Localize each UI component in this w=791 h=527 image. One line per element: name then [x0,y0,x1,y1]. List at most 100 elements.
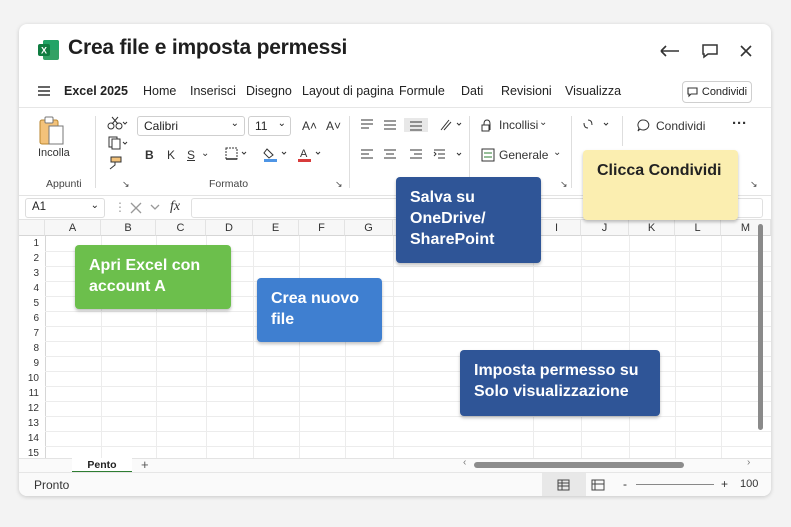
column-header[interactable]: C [156,220,206,236]
column-header[interactable]: A [45,220,101,236]
grow-font-button[interactable]: A˄ [302,119,317,133]
vertical-scrollbar[interactable] [758,224,763,430]
tab-excel[interactable]: Excel 2025 [64,84,128,98]
shrink-font-button[interactable]: A˅ [326,119,341,133]
title-bar: X Crea file e imposta permessi [19,24,771,76]
column-header[interactable]: G [345,220,393,236]
chevron-down-icon: ⌄ [277,118,286,129]
confirm-icon[interactable] [149,201,161,213]
column-header[interactable]: K [629,220,675,236]
callout-open-excel: Apri Excel con account A [75,245,231,309]
scroll-right-icon[interactable]: › [747,457,750,468]
row-header[interactable]: 1 [19,236,45,251]
back-icon[interactable] [656,37,684,65]
close-icon[interactable] [732,37,760,65]
svg-text:X: X [41,46,47,56]
row-header[interactable]: 12 [19,401,45,416]
status-bar: Pronto - + 100 [19,472,771,496]
row-header[interactable]: 8 [19,341,45,356]
row-header[interactable]: 13 [19,416,45,431]
callout-new-file: Crea nuovo file [257,278,382,342]
row-header[interactable]: 10 [19,371,45,386]
tab-home[interactable]: Home [143,84,176,98]
hamburger-icon[interactable] [37,85,51,97]
underline-button[interactable]: S [187,148,195,162]
dialog-launcher-icon[interactable]: ↘ [560,179,568,190]
sheet-tab[interactable]: Pento [72,458,132,473]
add-sheet-icon[interactable]: + [141,457,149,472]
paste-menu-button[interactable]: Incollisi [499,118,538,132]
bold-button[interactable]: B [145,148,154,162]
font-size-select[interactable]: 11 ⌄ [248,116,291,136]
zoom-out-button[interactable]: - [623,477,627,491]
zoom-in-button[interactable]: + [721,477,728,491]
column-header[interactable]: L [675,220,721,236]
tab-inserisci[interactable]: Inserisci [190,84,236,98]
row-header[interactable]: 9 [19,356,45,371]
dialog-launcher-icon[interactable]: ↘ [335,179,343,190]
chevron-down-icon[interactable]: ⌄ [201,148,209,159]
tab-layout[interactable]: Layout di pagina [302,84,394,98]
grid-view-icon [557,479,570,491]
orientation-icon[interactable] [439,118,467,132]
horizontal-align-icon[interactable] [360,148,430,162]
status-text: Pronto [34,478,70,492]
normal-view-button[interactable] [542,473,586,496]
row-header[interactable]: 3 [19,266,45,281]
column-header[interactable]: E [253,220,299,236]
select-all-corner[interactable] [19,220,45,236]
insert-function-button[interactable]: fx [170,199,180,215]
column-header[interactable]: J [581,220,629,236]
excel-icon: X [38,40,59,60]
share-button-top[interactable]: Condividi [682,81,752,103]
paste-button[interactable]: Incolla [37,116,73,162]
clipboard-icon [39,116,64,145]
borders-icon[interactable] [224,146,250,162]
column-header[interactable]: D [206,220,253,236]
row-header[interactable]: 7 [19,326,45,341]
tab-formule[interactable]: Formule [399,84,445,98]
callout-click-share: Clicca Condividi [583,150,738,220]
format-painter-icon[interactable] [107,156,123,170]
link-icon[interactable] [582,118,614,132]
fill-color-icon[interactable] [263,146,291,162]
tab-revisioni[interactable]: Revisioni [501,84,552,98]
column-header[interactable]: B [101,220,156,236]
chevron-down-icon: ⌄ [90,200,99,211]
row-header[interactable]: 15 [19,446,45,458]
font-color-icon[interactable]: A [297,146,325,162]
comment-icon[interactable] [696,37,724,65]
share-button[interactable]: Condividi [656,119,705,133]
dialog-launcher-icon[interactable]: ↘ [750,179,758,190]
callout-set-permission: Imposta permesso su Solo visualizzazione [460,350,660,416]
tab-dati[interactable]: Dati [461,84,483,98]
italic-button[interactable]: K [167,148,175,162]
row-header[interactable]: 4 [19,281,45,296]
scroll-left-icon[interactable]: ‹ [463,457,466,468]
copy-icon[interactable] [107,136,129,150]
column-header[interactable]: F [299,220,345,236]
tab-disegno[interactable]: Disegno [246,84,292,98]
chevron-down-icon[interactable]: ⌄ [553,147,561,158]
font-name-select[interactable]: Calibri ⌄ [137,116,245,136]
dialog-launcher-icon[interactable]: ↘ [122,179,130,190]
page-layout-icon[interactable] [591,479,605,491]
row-header[interactable]: 14 [19,431,45,446]
number-format-select[interactable]: Generale [499,148,548,162]
chevron-down-icon[interactable]: ⌄ [539,117,547,128]
column-header[interactable]: M [721,220,771,236]
tab-visualizza[interactable]: Visualizza [565,84,621,98]
row-header[interactable]: 5 [19,296,45,311]
vertical-align-icon[interactable] [360,118,430,132]
zoom-slider[interactable] [636,484,714,485]
more-options-button[interactable]: ··· [732,115,747,132]
name-box[interactable]: A1 ⌄ [25,198,105,218]
indent-icon[interactable] [433,148,467,162]
row-header[interactable]: 2 [19,251,45,266]
row-header[interactable]: 11 [19,386,45,401]
cancel-icon[interactable] [129,201,143,215]
zoom-level[interactable]: 100 [740,478,758,490]
cut-icon[interactable] [107,116,129,130]
row-header[interactable]: 6 [19,311,45,326]
horizontal-scrollbar[interactable] [474,462,684,468]
